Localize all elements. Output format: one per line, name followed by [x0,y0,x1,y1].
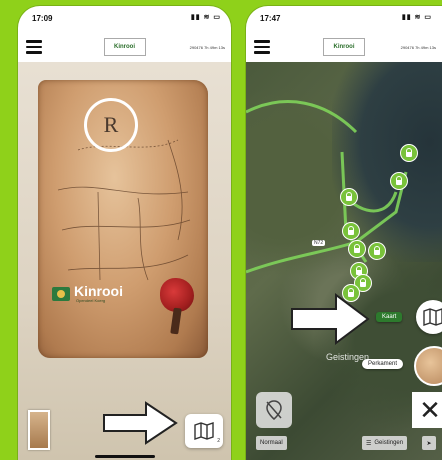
map-type-normaal-button[interactable]: Normaal [256,436,287,450]
arrow-pointer-icon [103,401,178,445]
status-bar: 17:09 ▮▮ ≋ ▭ [18,6,231,32]
locked-location-icon[interactable] [340,188,358,206]
status-bar: 17:47 ▮▮ ≋ ▭ [246,6,442,32]
parchment-thumbnail[interactable] [28,410,50,450]
map-icon [423,308,442,326]
satellite-map[interactable]: N72 Geistingen Kaart Perkament ✕ Normaal… [246,62,442,460]
map-badge: 2 [217,438,220,444]
phone-screen-right: 17:47 ▮▮ ≋ ▭ Kinrooi 290476 7h 49m 13s N… [246,6,442,460]
map-button[interactable] [416,300,442,334]
perkament-label[interactable]: Perkament [362,359,404,369]
locked-location-icon[interactable] [348,240,366,258]
close-button[interactable]: ✕ [412,392,442,428]
list-icon: ☰ [366,440,372,447]
menu-icon[interactable] [26,40,42,54]
parchment-view: R Kinrooi Opendeel Koerg 2 [18,62,231,460]
status-time: 17:09 [32,14,53,23]
geistingen-label: Geistingen [374,440,404,446]
logo-text: Kinrooi [333,44,355,50]
navigation-button[interactable]: ➤ [422,436,436,450]
app-header: Kinrooi 290476 7h 49m 13s [246,32,442,62]
app-logo: Kinrooi [323,38,365,56]
locked-location-icon[interactable] [368,242,386,260]
location-button[interactable] [256,392,292,428]
brand-icon [52,286,70,301]
session-timer: 290476 7h 49m 13s [400,45,436,50]
brand-logo: Kinrooi Opendeel Koerg [52,284,123,303]
locked-location-icon[interactable] [400,144,418,162]
status-time: 17:47 [260,14,281,23]
location-off-icon [266,400,282,420]
parchment-map[interactable]: R Kinrooi Opendeel Koerg [38,80,208,358]
navigation-icon: ➤ [426,440,432,447]
map-button[interactable]: 2 [185,414,223,448]
geistingen-button[interactable]: ☰ Geistingen [362,436,408,450]
map-icon [194,422,214,440]
session-timer: 290476 7h 49m 13s [189,45,225,50]
app-logo: Kinrooi [103,38,146,56]
close-icon: ✕ [419,394,441,425]
level-letter: R [103,112,119,137]
normaal-label: Normaal [260,440,283,446]
wax-seal-icon [160,278,194,312]
status-icons: ▮▮ ≋ ▭ [401,14,432,21]
phone-screen-left: 17:09 ▮▮ ≋ ▭ Kinrooi 290476 7h 49m 13s R… [18,6,231,460]
locked-location-icon[interactable] [390,172,408,190]
app-header: Kinrooi 290476 7h 49m 13s [18,32,231,62]
menu-icon[interactable] [254,40,270,54]
status-icons: ▮▮ ≋ ▭ [190,14,221,21]
level-badge: R [84,98,138,152]
road-number: N72 [312,240,326,246]
logo-text: Kinrooi [114,44,135,50]
arrow-pointer-icon [291,293,370,345]
locked-location-icon[interactable] [342,222,360,240]
kaart-label[interactable]: Kaart [376,312,403,322]
brand-name: Kinrooi [74,283,123,299]
home-indicator [94,455,155,458]
